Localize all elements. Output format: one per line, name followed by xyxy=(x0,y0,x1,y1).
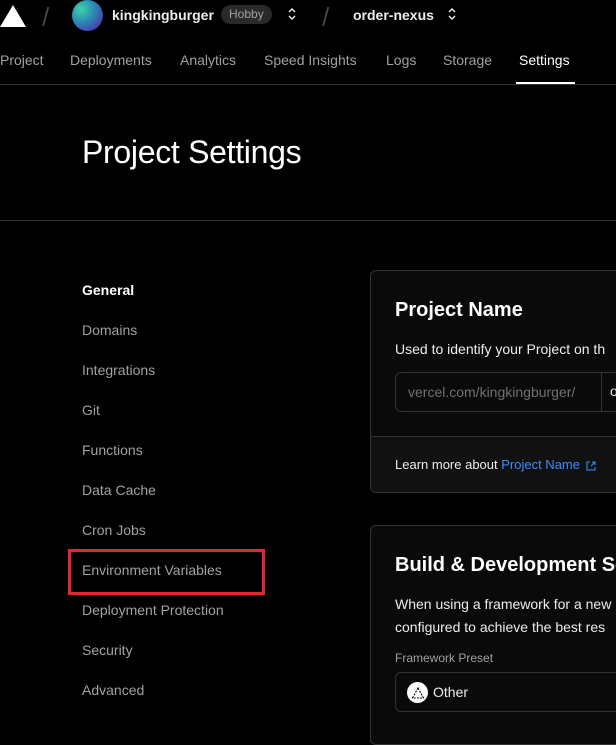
tab-speed-insights[interactable]: Speed Insights xyxy=(264,52,357,68)
breadcrumb-separator: / xyxy=(322,2,330,32)
framework-preset-label: Framework Preset xyxy=(395,651,494,665)
project-name-docs-link[interactable]: Project Name xyxy=(501,457,580,472)
tab-settings[interactable]: Settings xyxy=(519,52,570,68)
project-name-card: Project Name Used to identify your Proje… xyxy=(370,270,616,493)
tab-storage[interactable]: Storage xyxy=(443,52,492,68)
breadcrumb-separator: / xyxy=(42,2,50,32)
sidebar-item-integrations[interactable]: Integrations xyxy=(82,362,155,378)
sidebar-item-advanced[interactable]: Advanced xyxy=(82,682,144,698)
highlight-box xyxy=(68,549,265,595)
avatar[interactable] xyxy=(72,0,103,31)
tab-analytics[interactable]: Analytics xyxy=(180,52,236,68)
tab-logs[interactable]: Logs xyxy=(386,52,416,68)
vercel-logo-icon[interactable] xyxy=(0,4,26,28)
sidebar-item-functions[interactable]: Functions xyxy=(82,442,143,458)
sidebar-item-security[interactable]: Security xyxy=(82,642,133,658)
card-description-line-1: When using a framework for a new xyxy=(395,596,612,612)
sidebar-item-data-cache[interactable]: Data Cache xyxy=(82,482,156,498)
framework-preset-select[interactable]: Other xyxy=(395,672,616,712)
sidebar-item-deployment-protection[interactable]: Deployment Protection xyxy=(82,602,224,618)
card-description-line-2: configured to achieve the best res xyxy=(395,619,606,635)
page-title: Project Settings xyxy=(82,134,302,170)
project-name-input[interactable]: vercel.com/kingkingburger/ o xyxy=(395,372,616,412)
card-footer: Learn more about Project Name xyxy=(371,436,616,492)
framework-preset-value: Other xyxy=(433,684,469,700)
framework-other-icon xyxy=(407,682,428,703)
plan-badge: Hobby xyxy=(221,5,272,24)
tab-deployments[interactable]: Deployments xyxy=(70,52,152,68)
top-bar: / kingkingburger Hobby / order-nexus xyxy=(0,0,616,32)
sidebar-item-general[interactable]: General xyxy=(82,282,134,298)
external-link-icon xyxy=(586,461,596,471)
card-description: Used to identify your Project on th xyxy=(395,341,606,357)
card-title: Build & Development Se xyxy=(395,554,616,576)
project-name-value[interactable]: o xyxy=(610,383,616,399)
active-tab-indicator xyxy=(516,82,575,84)
project-tabs: Project Deployments Analytics Speed Insi… xyxy=(0,40,616,85)
sidebar-item-domains[interactable]: Domains xyxy=(82,322,137,338)
sidebar-item-git[interactable]: Git xyxy=(82,402,100,418)
chevron-up-down-icon[interactable] xyxy=(286,4,298,24)
chevron-up-down-icon[interactable] xyxy=(446,4,458,24)
footer-text: Learn more about Project Name xyxy=(395,457,596,472)
divider xyxy=(0,220,616,221)
project-name[interactable]: order-nexus xyxy=(353,7,434,23)
tab-project[interactable]: Project xyxy=(0,52,44,68)
url-prefix: vercel.com/kingkingburger/ xyxy=(396,373,602,411)
sidebar-item-cron-jobs[interactable]: Cron Jobs xyxy=(82,522,146,538)
card-title: Project Name xyxy=(395,299,523,321)
build-settings-card: Build & Development Se When using a fram… xyxy=(370,525,616,745)
team-name[interactable]: kingkingburger xyxy=(112,7,214,23)
